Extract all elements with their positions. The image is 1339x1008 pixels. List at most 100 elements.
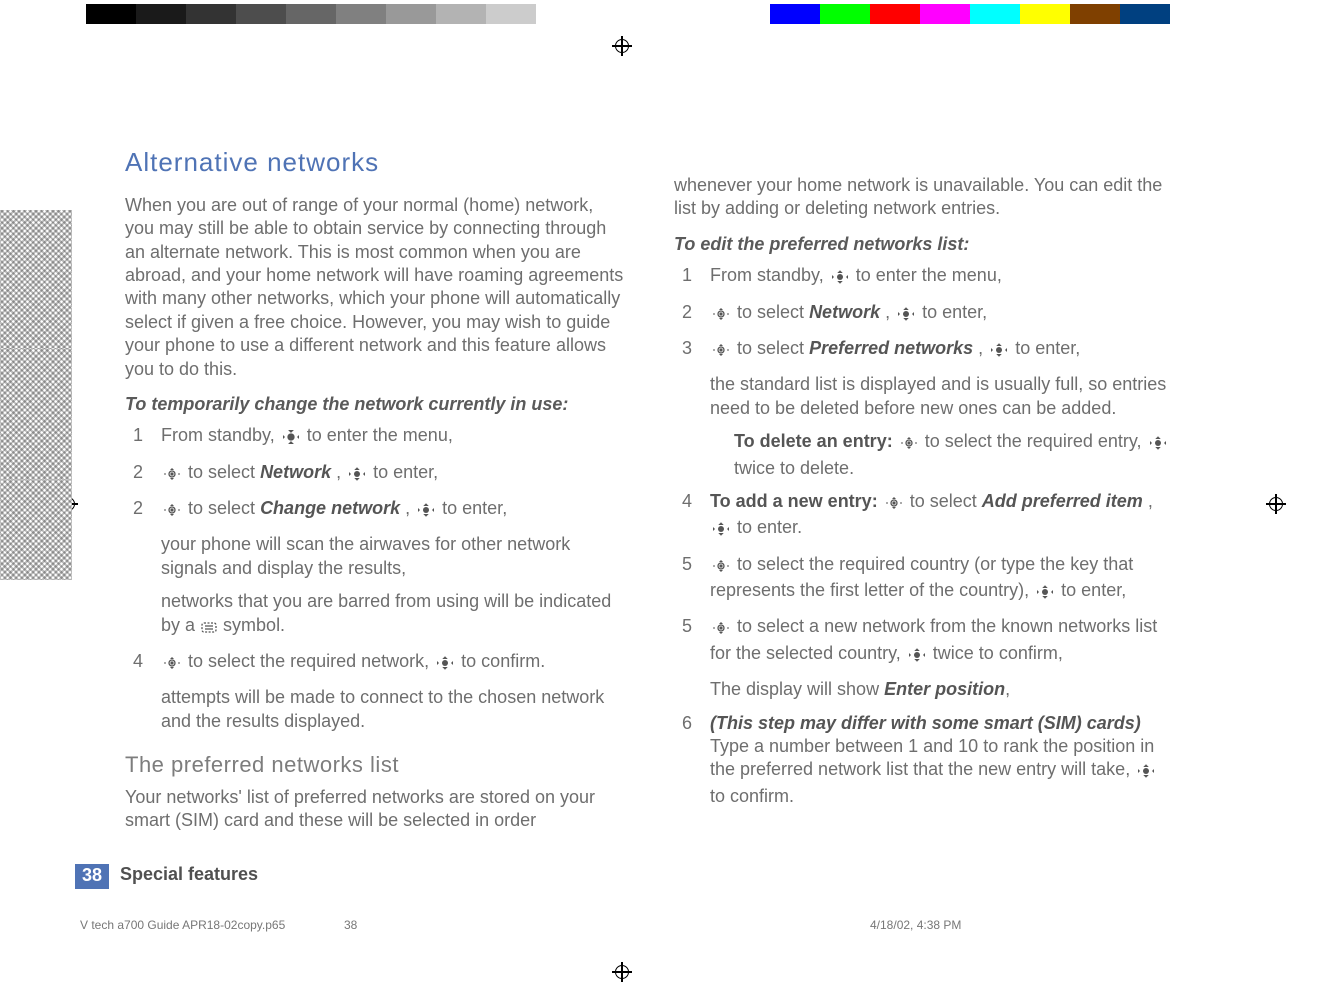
nav-lr-icon <box>435 653 455 676</box>
step-text: to enter the menu, <box>856 265 1002 285</box>
section2-body-cont: whenever your home network is unavailabl… <box>674 174 1175 221</box>
nav-lr-icon <box>416 500 436 523</box>
note-text: , <box>1005 679 1010 699</box>
step-item: From standby, to enter the menu, <box>674 264 1175 290</box>
step-item: to select a new network from the known n… <box>674 615 1175 668</box>
step-note: the standard list is displayed and is us… <box>674 373 1175 420</box>
nav-ud-icon <box>162 653 182 676</box>
step-text: to enter the menu, <box>307 425 453 445</box>
step-text: to select the required network, <box>188 651 434 671</box>
step-text: Type a number between 1 and 10 to rank t… <box>710 736 1154 779</box>
note-text: The display will show <box>710 679 884 699</box>
nav-ud-icon <box>162 464 182 487</box>
registration-mark-icon <box>612 962 632 982</box>
sub-lead: (This step may differ with some smart (S… <box>710 713 1141 733</box>
note-text: symbol. <box>223 615 285 635</box>
source-file: V tech a700 Guide APR18-02copy.p65 <box>80 918 285 932</box>
note-text: twice to delete. <box>734 458 854 478</box>
step-text: , <box>885 302 895 322</box>
registration-mark-icon <box>1266 494 1286 514</box>
section1-steps: From standby, to enter the menu, to sele… <box>125 424 626 523</box>
step-text: to enter, <box>373 462 438 482</box>
ui-term: Enter position <box>884 679 1005 699</box>
nav-ud-icon <box>162 500 182 523</box>
step-text: to select <box>188 462 260 482</box>
step-text: to enter, <box>922 302 987 322</box>
step-text: to confirm. <box>710 786 794 806</box>
page-content: Alternative networks When you are out of… <box>125 146 1175 843</box>
step-text: , <box>405 498 415 518</box>
sub-lead: To add a new entry: <box>710 491 878 511</box>
sub-lead: To delete an entry: <box>734 431 893 451</box>
step-text: From standby, <box>710 265 829 285</box>
footer-section-title: Special features <box>120 864 258 885</box>
nav-lr-icon <box>907 645 927 668</box>
nav-lr-icon <box>1148 433 1168 456</box>
edit-steps-cont: To add a new entry: to select Add prefer… <box>674 490 1175 668</box>
color-steps <box>770 4 1170 24</box>
step-text: From standby, <box>161 425 280 445</box>
calibration-strip <box>0 4 1339 28</box>
step-note: your phone will scan the airwaves for ot… <box>125 533 626 580</box>
nav-lr-icon <box>896 304 916 327</box>
step-item: From standby, to enter the menu, <box>125 424 626 450</box>
nav-ud-icon <box>711 618 731 641</box>
ui-term: Network <box>809 302 880 322</box>
step-text: to enter, <box>442 498 507 518</box>
ui-term: Change network <box>260 498 400 518</box>
step-item: to select Network , to enter, <box>125 461 626 487</box>
step-note: networks that you are barred from using … <box>125 590 626 640</box>
page-number-badge: 38 <box>75 864 109 889</box>
section1-lead: To temporarily change the network curren… <box>125 393 626 416</box>
nav-lr-icon <box>711 519 731 542</box>
step-text: to select <box>737 302 809 322</box>
step-text: twice to confirm, <box>933 643 1063 663</box>
section2-heading: The preferred networks list <box>125 751 626 780</box>
nav-ud-icon <box>884 493 904 516</box>
step-text: to confirm. <box>461 651 545 671</box>
registration-mark-icon <box>612 36 632 56</box>
source-date: 4/18/02, 4:38 PM <box>870 918 961 932</box>
step-note: attempts will be made to connect to the … <box>125 686 626 733</box>
edit-steps: From standby, to enter the menu, to sele… <box>674 264 1175 363</box>
edit-steps-cont2: (This step may differ with some smart (S… <box>674 712 1175 809</box>
step-text: to enter. <box>737 517 802 537</box>
nav-ud-icon <box>711 556 731 579</box>
delete-entry-note: To delete an entry: to select the requir… <box>674 430 1175 480</box>
nav-lr-icon <box>347 464 367 487</box>
source-page: 38 <box>344 918 357 932</box>
step-note: The display will show Enter position, <box>674 678 1175 701</box>
step-text: to enter, <box>1015 338 1080 358</box>
step-text: to enter, <box>1061 580 1126 600</box>
nav-ud-icon <box>711 304 731 327</box>
step-text: , <box>978 338 988 358</box>
step-item: (This step may differ with some smart (S… <box>674 712 1175 809</box>
nav-lr-icon <box>1035 582 1055 605</box>
step-text: , <box>1148 491 1153 511</box>
step-item: to select the required country (or type … <box>674 553 1175 606</box>
nav-ud-icon <box>711 340 731 363</box>
ui-term: Network <box>260 462 331 482</box>
note-text: to select the required entry, <box>925 431 1147 451</box>
step-text: to select <box>188 498 260 518</box>
step-item: to select Preferred networks , to enter, <box>674 337 1175 363</box>
barred-icon <box>201 617 217 640</box>
nav-lr-icon <box>281 427 301 450</box>
step-text: , <box>336 462 346 482</box>
page-title: Alternative networks <box>125 146 626 180</box>
binder-graphic <box>0 210 75 574</box>
section1-steps-cont: to select the required network, to confi… <box>125 650 626 676</box>
step-item: To add a new entry: to select Add prefer… <box>674 490 1175 543</box>
edit-lead: To edit the preferred networks list: <box>674 233 1175 256</box>
step-text: to select <box>910 491 982 511</box>
step-item: to select the required network, to confi… <box>125 650 626 676</box>
ui-term: Add preferred item <box>982 491 1143 511</box>
step-item: to select Change network , to enter, <box>125 497 626 523</box>
step-text: to select <box>737 338 809 358</box>
nav-lr-icon <box>989 340 1009 363</box>
right-column: whenever your home network is unavailabl… <box>674 146 1175 843</box>
ui-term: Preferred networks <box>809 338 973 358</box>
nav-lr-icon <box>830 267 850 290</box>
left-column: Alternative networks When you are out of… <box>125 146 626 843</box>
step-item: to select Network , to enter, <box>674 301 1175 327</box>
